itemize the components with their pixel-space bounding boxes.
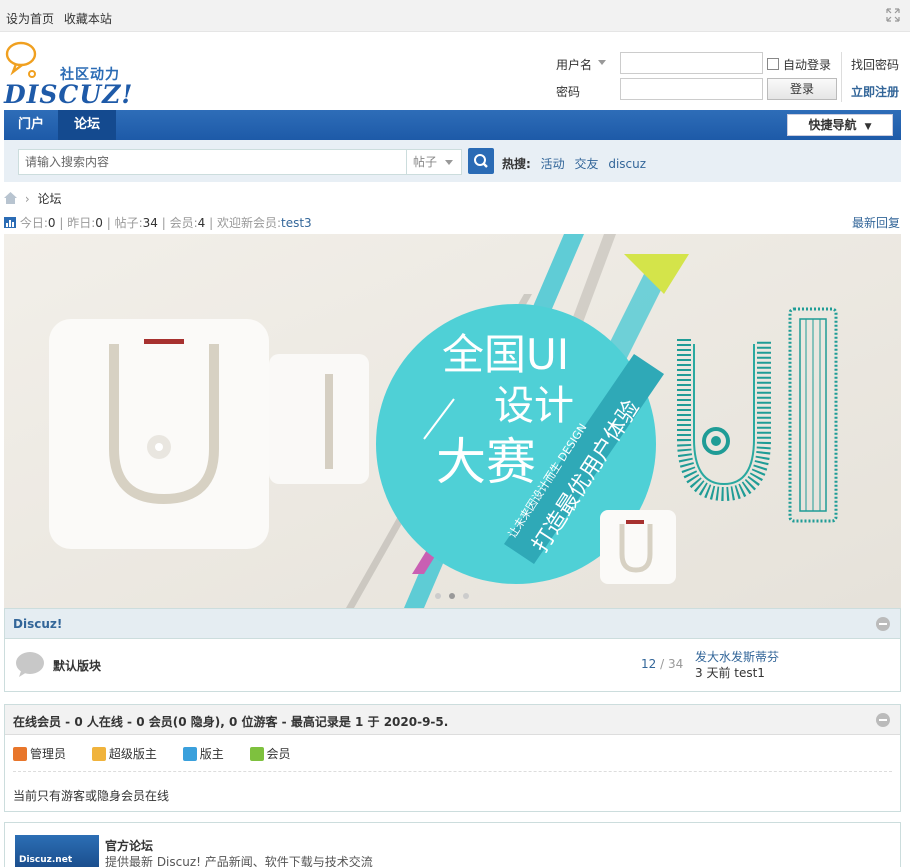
breadcrumb-current[interactable]: 论坛 — [37, 192, 61, 206]
divider — [841, 52, 842, 102]
banner-line3: 大赛 — [436, 433, 536, 491]
banner-image[interactable]: 全国UI 设计 大赛 打造最优用户体验 让未来因设计而生 DESIGN — [4, 234, 901, 608]
brand-name: DISCUZ! — [4, 80, 134, 109]
caret-down-icon: ▼ — [864, 122, 872, 132]
discuz-net-logo[interactable]: Discuz.net — [15, 835, 99, 867]
stats-chart-icon — [4, 217, 16, 228]
forum-row: 默认版块 12 / 34 发大水发斯蒂芬 3 天前 test1 — [5, 639, 900, 691]
breadcrumb: › 论坛 — [4, 190, 61, 207]
register-link[interactable]: 立即注册 — [851, 83, 899, 100]
breadcrumb-separator: › — [24, 192, 30, 206]
forum-bubble-icon[interactable] — [15, 651, 45, 677]
site-logo[interactable]: 社区动力 DISCUZ! — [4, 40, 134, 109]
username-input[interactable] — [620, 52, 763, 74]
category-header: Discuz! — [5, 609, 900, 639]
password-label: 密码 — [556, 85, 581, 99]
bookmark-link[interactable]: 收藏本站 — [64, 12, 112, 26]
username-label: 用户名 — [556, 58, 593, 72]
search-bar: 请输入搜索内容 帖子 热搜: 活动 交友 discuz — [4, 140, 901, 182]
auto-login-checkbox[interactable] — [767, 58, 779, 70]
member-legend: 管理员 超级版主 版主 会员 — [13, 745, 313, 762]
legend-moderator: 版主 — [182, 745, 224, 762]
login-button[interactable]: 登录 — [767, 78, 837, 100]
last-post: 发大水发斯蒂芬 3 天前 test1 — [695, 649, 779, 681]
yesterday-count: 0 — [95, 216, 103, 230]
collapse-icon[interactable] — [876, 617, 890, 631]
posts-label: 帖子: — [114, 216, 143, 230]
forum-counts: 12 / 34 — [641, 657, 684, 671]
forum-name[interactable]: 默认版块 — [53, 657, 101, 674]
online-title: 在线会员 - 0 人在线 - 0 会员(0 隐身), 0 位游客 - 最高记录是… — [13, 715, 449, 729]
forgot-password-link[interactable]: 找回密码 — [851, 56, 899, 73]
legend-member: 会员 — [249, 745, 291, 762]
hot-word[interactable]: 交友 — [574, 157, 598, 171]
super-moderator-user-icon — [91, 747, 106, 761]
friend-link-name[interactable]: 官方论坛 — [105, 837, 153, 854]
search-type-select[interactable]: 帖子 — [406, 149, 462, 175]
main-nav: 门户 论坛 快捷导航 ▼ — [4, 110, 901, 140]
search-type-label: 帖子 — [413, 155, 438, 169]
admin-user-icon — [13, 747, 27, 761]
search-input[interactable]: 请输入搜索内容 — [18, 149, 406, 175]
last-post-meta: 3 天前 test1 — [695, 666, 765, 680]
latest-replies-link[interactable]: 最新回复 — [852, 214, 900, 231]
quick-nav-button[interactable]: 快捷导航 ▼ — [787, 114, 893, 136]
post-count: 34 — [667, 657, 684, 671]
friend-link-desc: 提供最新 Discuz! 产品新闻、软件下载与技术交流 — [105, 855, 373, 867]
newest-member-link[interactable]: test3 — [281, 216, 312, 230]
moderator-user-icon — [182, 747, 197, 761]
hot-label: 热搜: — [502, 157, 531, 171]
hot-word[interactable]: 活动 — [541, 157, 565, 171]
yesterday-label: 昨日: — [67, 216, 96, 230]
online-members: 在线会员 - 0 人在线 - 0 会员(0 隐身), 0 位游客 - 最高记录是… — [4, 704, 901, 812]
nav-item-forum[interactable]: 论坛 — [58, 110, 116, 140]
today-count: 0 — [47, 216, 56, 230]
posts-count: 34 — [142, 216, 158, 230]
password-input[interactable] — [620, 78, 763, 100]
header: 社区动力 DISCUZ! 用户名 自动登录 找回密码 密码 登录 立即注册 — [0, 32, 910, 110]
banner-line1: 全国UI — [442, 330, 569, 379]
collapse-icon[interactable] — [876, 713, 890, 727]
friend-links: Discuz.net 官方论坛 提供最新 Discuz! 产品新闻、软件下载与技… — [4, 822, 901, 867]
divider — [13, 771, 892, 772]
hot-searches: 热搜: 活动 交友 discuz — [502, 155, 646, 172]
nav-item-portal[interactable]: 门户 — [4, 110, 58, 140]
top-bar: 设为首页 收藏本站 — [0, 0, 910, 32]
top-links: 设为首页 收藏本站 — [6, 10, 118, 27]
set-home-link[interactable]: 设为首页 — [6, 12, 54, 26]
last-post-title[interactable]: 发大水发斯蒂芬 — [695, 649, 779, 665]
members-label: 会员: — [169, 216, 198, 230]
banner-line2: 设计 — [494, 383, 574, 429]
hot-word[interactable]: discuz — [608, 157, 646, 171]
online-header: 在线会员 - 0 人在线 - 0 会员(0 隐身), 0 位游客 - 最高记录是… — [5, 705, 900, 735]
home-icon[interactable] — [4, 192, 17, 204]
search-icon — [474, 154, 488, 168]
today-label: 今日: — [19, 216, 48, 230]
thread-count: 12 — [641, 657, 657, 671]
legend-admin: 管理员 — [13, 745, 66, 762]
expand-icon[interactable] — [886, 8, 900, 22]
chevron-down-icon — [445, 160, 453, 165]
forum-category: Discuz! 默认版块 12 / 34 发大水发斯蒂芬 3 天前 test1 — [4, 608, 901, 692]
forum-stats: 今日:0 | 昨日:0 | 帖子:34 | 会员:4 | 欢迎新会员:test3 — [4, 214, 312, 231]
auto-login-label: 自动登录 — [783, 58, 832, 72]
legend-super-moderator: 超级版主 — [91, 745, 157, 762]
category-title[interactable]: Discuz! — [13, 617, 62, 631]
online-note: 当前只有游客或隐身会员在线 — [13, 789, 170, 803]
members-count: 4 — [197, 216, 206, 230]
member-user-icon — [249, 747, 264, 761]
quick-nav-label: 快捷导航 — [808, 118, 857, 132]
chevron-down-icon[interactable] — [598, 60, 606, 66]
welcome-label: 欢迎新会员: — [216, 216, 282, 230]
search-button[interactable] — [468, 148, 494, 174]
